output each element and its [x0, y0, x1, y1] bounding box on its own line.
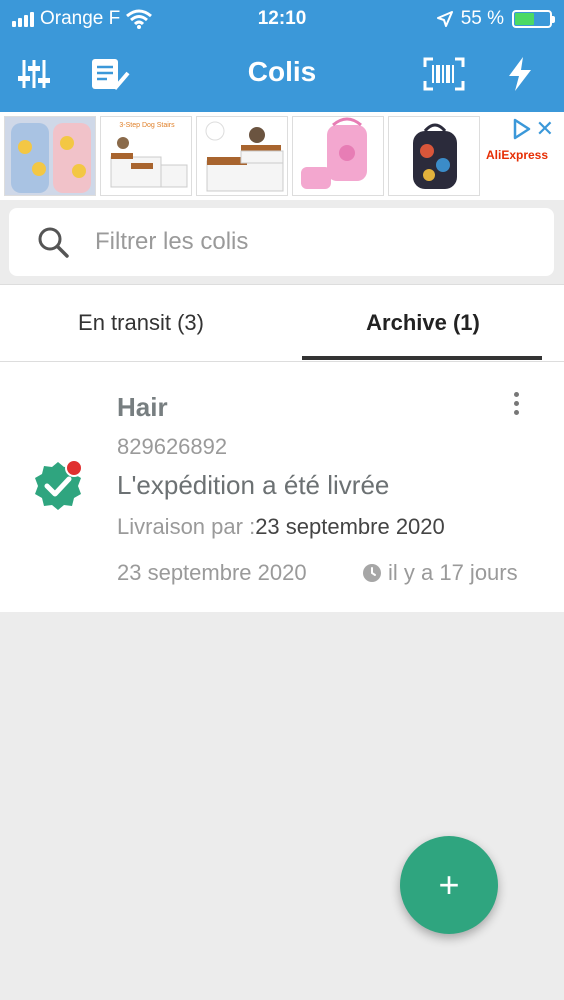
unread-dot: [65, 459, 83, 477]
delivery-date: 23 septembre 2020: [255, 514, 445, 539]
delivered-check-icon: [35, 459, 83, 510]
elapsed-group: il y a 17 jours: [362, 560, 518, 586]
app-header: Orange F 12:10 55 % Colis: [0, 0, 564, 112]
thumb-caption: 3-Step Dog Stairs: [119, 122, 175, 129]
search-icon: [38, 227, 69, 258]
battery-fill: [515, 13, 534, 25]
delivery-label: Livraison par :: [117, 514, 256, 539]
parcel-date: 23 septembre 2020: [117, 560, 307, 585]
search-input[interactable]: [95, 228, 515, 256]
battery-percent: 55 %: [460, 8, 504, 29]
ad-close-icon[interactable]: ✕: [536, 116, 554, 142]
status-right: 55 %: [436, 8, 555, 30]
toolbar: Colis: [0, 38, 564, 112]
tracking-number: 829626892: [117, 434, 228, 459]
dog-steps-thumb[interactable]: [196, 116, 288, 196]
page-title: Colis: [247, 56, 317, 87]
status-bar: Orange F 12:10 55 %: [0, 0, 564, 38]
pink-backpack-thumb[interactable]: [292, 116, 384, 196]
tab-active-indicator: [302, 356, 542, 360]
floral-backpack-thumb[interactable]: [388, 116, 480, 196]
search-box[interactable]: [9, 208, 554, 276]
ad-choices-icon[interactable]: [512, 118, 532, 140]
ad-brand-label: AliExpress: [486, 148, 549, 162]
delivery-line: Livraison par :23 septembre 2020: [117, 514, 445, 540]
clock-icon: [363, 564, 381, 582]
parcel-card[interactable]: Hair 829626892 L'expédition a été livrée…: [0, 362, 564, 612]
battery-icon: [512, 10, 555, 28]
parcel-name: Hair: [117, 392, 168, 422]
tab-bar: En transit (3) Archive (1): [0, 284, 564, 362]
flash-icon[interactable]: [500, 54, 540, 94]
location-arrow-icon: [436, 11, 453, 27]
dog-stairs-thumb[interactable]: 3-Step Dog Stairs: [100, 116, 192, 196]
add-parcel-button[interactable]: +: [400, 836, 498, 934]
dog-clothes-thumb[interactable]: [4, 116, 96, 196]
tab-in-transit[interactable]: En transit (3): [0, 285, 282, 361]
more-options-icon[interactable]: [504, 392, 528, 424]
parcel-status: L'expédition a été livrée: [117, 470, 390, 500]
tab-archive[interactable]: Archive (1): [282, 285, 564, 361]
barcode-scan-icon[interactable]: [422, 54, 466, 94]
elapsed-label: il y a 17 jours: [388, 560, 518, 585]
ad-banner[interactable]: 3-Step Dog Stairs ✕ AliExpress: [0, 112, 564, 200]
search-section: [0, 200, 564, 284]
